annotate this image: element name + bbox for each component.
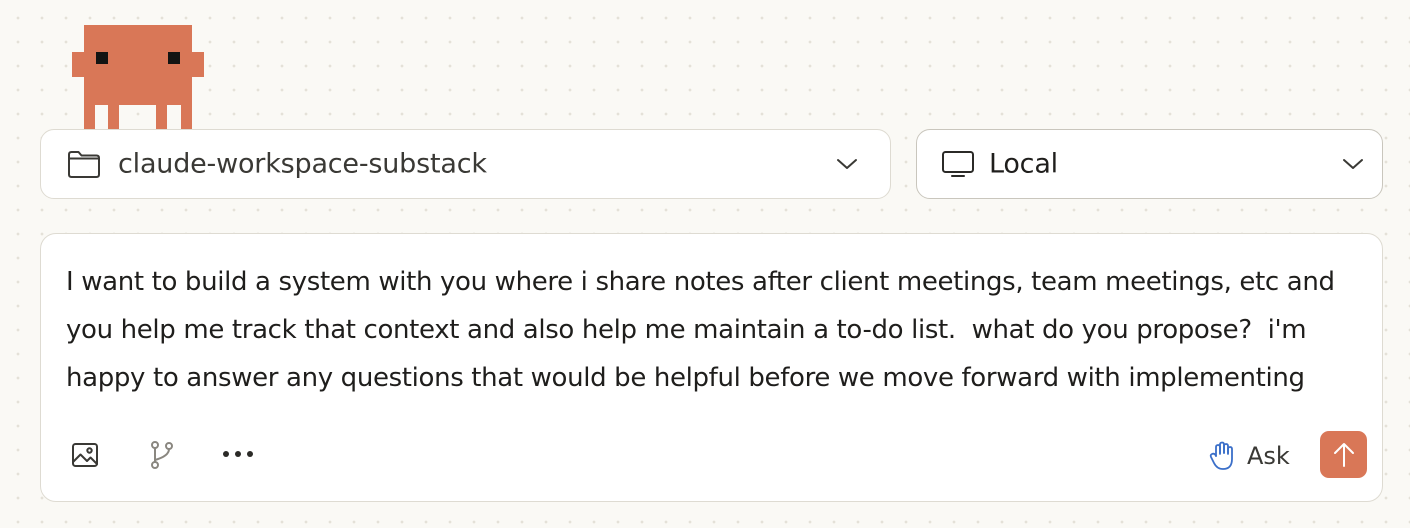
prompt-composer[interactable]: I want to build a system with you where … (40, 233, 1383, 502)
ask-mode-label: Ask (1247, 442, 1290, 470)
project-folder-selector[interactable]: claude-workspace-substack (40, 129, 891, 199)
monitor-icon (941, 150, 975, 178)
image-icon[interactable] (71, 442, 99, 468)
more-horizontal-icon[interactable] (221, 449, 255, 459)
project-folder-name: claude-workspace-substack (118, 148, 487, 180)
pixel-creature-icon (72, 25, 204, 129)
ask-mode-button[interactable]: Ask (1209, 438, 1290, 474)
environment-name: Local (989, 148, 1058, 180)
git-branch-icon[interactable] (149, 440, 175, 470)
send-button[interactable] (1320, 431, 1367, 478)
prompt-input[interactable]: I want to build a system with you where … (66, 258, 1366, 402)
chevron-down-icon (1342, 157, 1364, 171)
hand-icon (1209, 441, 1235, 471)
folder-icon (67, 149, 101, 179)
arrow-up-icon (1333, 442, 1355, 468)
chevron-down-icon (836, 157, 858, 171)
environment-selector[interactable]: Local (916, 129, 1383, 199)
